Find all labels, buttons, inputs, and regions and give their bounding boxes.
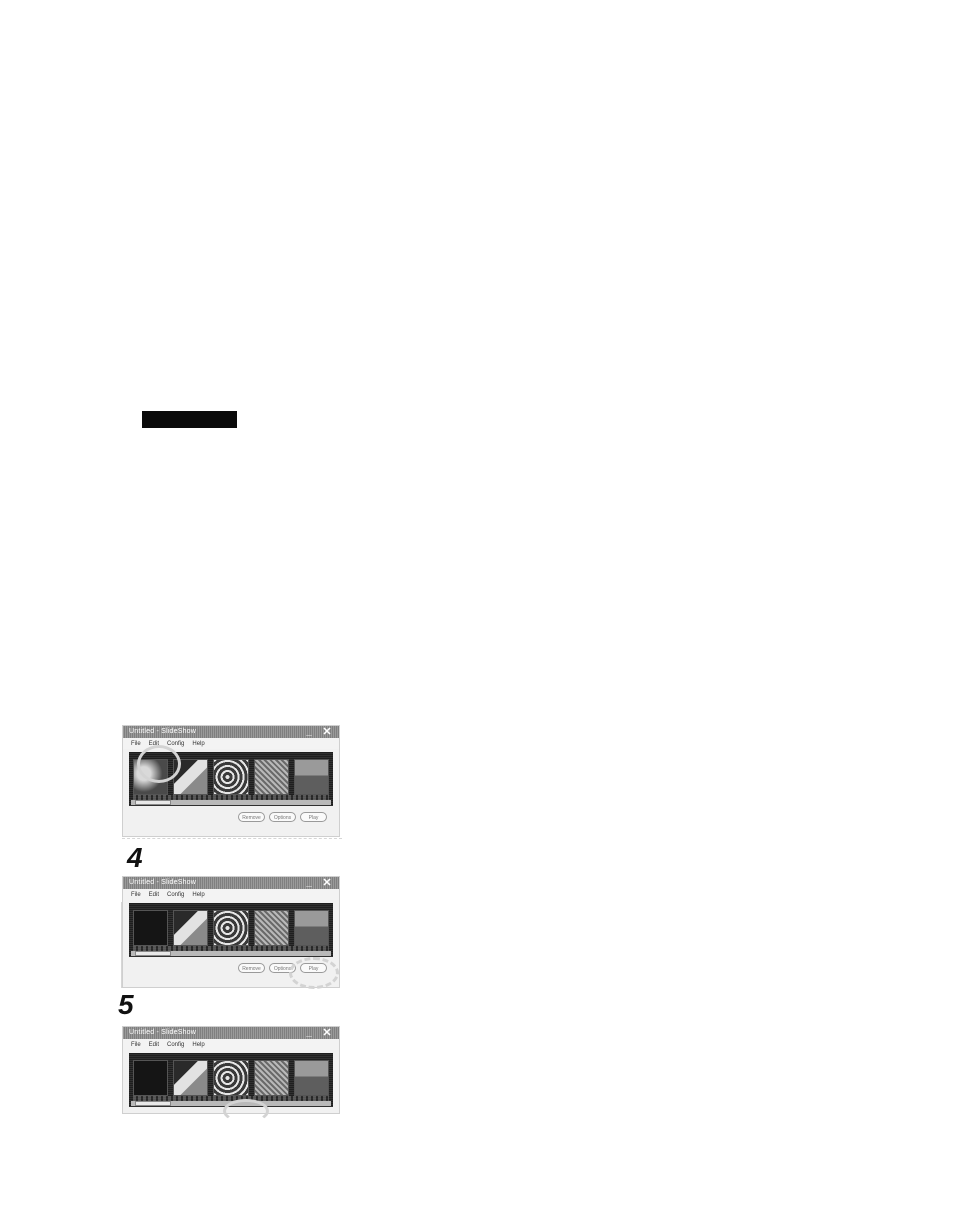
button-row: Remove Options Play [123, 806, 339, 828]
menu-edit[interactable]: Edit [149, 1042, 159, 1048]
menu-bar: File Edit Config Help [123, 1039, 339, 1050]
menu-help[interactable]: Help [192, 741, 204, 747]
menu-config[interactable]: Config [167, 892, 184, 898]
window-titlebar[interactable]: Untitled - SlideShow _ ✕ [123, 877, 339, 889]
thumbnail[interactable] [253, 910, 289, 946]
thumbnail-strip[interactable] [129, 1053, 333, 1107]
menu-file[interactable]: File [131, 892, 141, 898]
window-title: Untitled - SlideShow [129, 879, 197, 886]
horizontal-scrollbar[interactable] [131, 951, 331, 956]
menu-bar: File Edit Config Help [123, 889, 339, 900]
options-button[interactable]: Options [269, 812, 296, 822]
remove-button[interactable]: Remove [238, 812, 265, 822]
menu-edit[interactable]: Edit [149, 892, 159, 898]
remove-button[interactable]: Remove [238, 963, 265, 973]
highlight-circle [223, 1099, 269, 1123]
minimize-icon[interactable]: _ [303, 877, 315, 889]
minimize-icon[interactable]: _ [303, 726, 315, 738]
step-number: 5 [118, 989, 134, 1020]
thumbnail[interactable] [213, 1060, 249, 1096]
horizontal-scrollbar[interactable] [131, 800, 331, 805]
thumbnail-strip[interactable] [129, 903, 333, 957]
thumbnail[interactable] [293, 759, 330, 795]
screenshot-step-4: Untitled - SlideShow _ ✕ File Edit Confi… [122, 876, 340, 989]
thumbnail[interactable] [133, 1060, 169, 1096]
menu-file[interactable]: File [131, 1042, 141, 1048]
step-number: 4 [127, 842, 143, 873]
screenshot-step-5: Untitled - SlideShow _ ✕ File Edit Confi… [122, 1026, 340, 1123]
highlight-circle [137, 745, 181, 783]
highlight-circle [289, 957, 339, 989]
divider [122, 838, 342, 839]
thumbnail[interactable] [253, 759, 289, 795]
thumbnail[interactable] [253, 1060, 289, 1096]
menu-help[interactable]: Help [192, 1042, 204, 1048]
scrollbar-thumb[interactable] [135, 1101, 171, 1106]
thumbnail[interactable] [213, 759, 249, 795]
window-titlebar[interactable]: Untitled - SlideShow _ ✕ [123, 1027, 339, 1039]
window-title: Untitled - SlideShow [129, 728, 197, 735]
thumbnail[interactable] [173, 1060, 209, 1096]
thumbnail[interactable] [173, 910, 209, 946]
menu-config[interactable]: Config [167, 1042, 184, 1048]
thumbnail[interactable] [133, 910, 169, 946]
minimize-icon[interactable]: _ [303, 1027, 315, 1039]
play-button[interactable]: Play [300, 812, 327, 822]
menu-help[interactable]: Help [192, 892, 204, 898]
screenshot-step-3: Untitled - SlideShow _ ✕ File Edit Confi… [122, 725, 340, 837]
scrollbar-thumb[interactable] [135, 951, 171, 956]
thumbnail[interactable] [293, 910, 330, 946]
menu-file[interactable]: File [131, 741, 141, 747]
redaction-bar [142, 411, 237, 428]
window-title: Untitled - SlideShow [129, 1029, 197, 1036]
scrollbar-thumb[interactable] [135, 800, 171, 805]
close-icon[interactable]: ✕ [321, 726, 333, 738]
thumbnail[interactable] [293, 1060, 330, 1096]
menu-config[interactable]: Config [167, 741, 184, 747]
close-icon[interactable]: ✕ [321, 1027, 333, 1039]
window-titlebar[interactable]: Untitled - SlideShow _ ✕ [123, 726, 339, 738]
divider [121, 902, 122, 988]
thumbnail[interactable] [213, 910, 249, 946]
close-icon[interactable]: ✕ [321, 877, 333, 889]
